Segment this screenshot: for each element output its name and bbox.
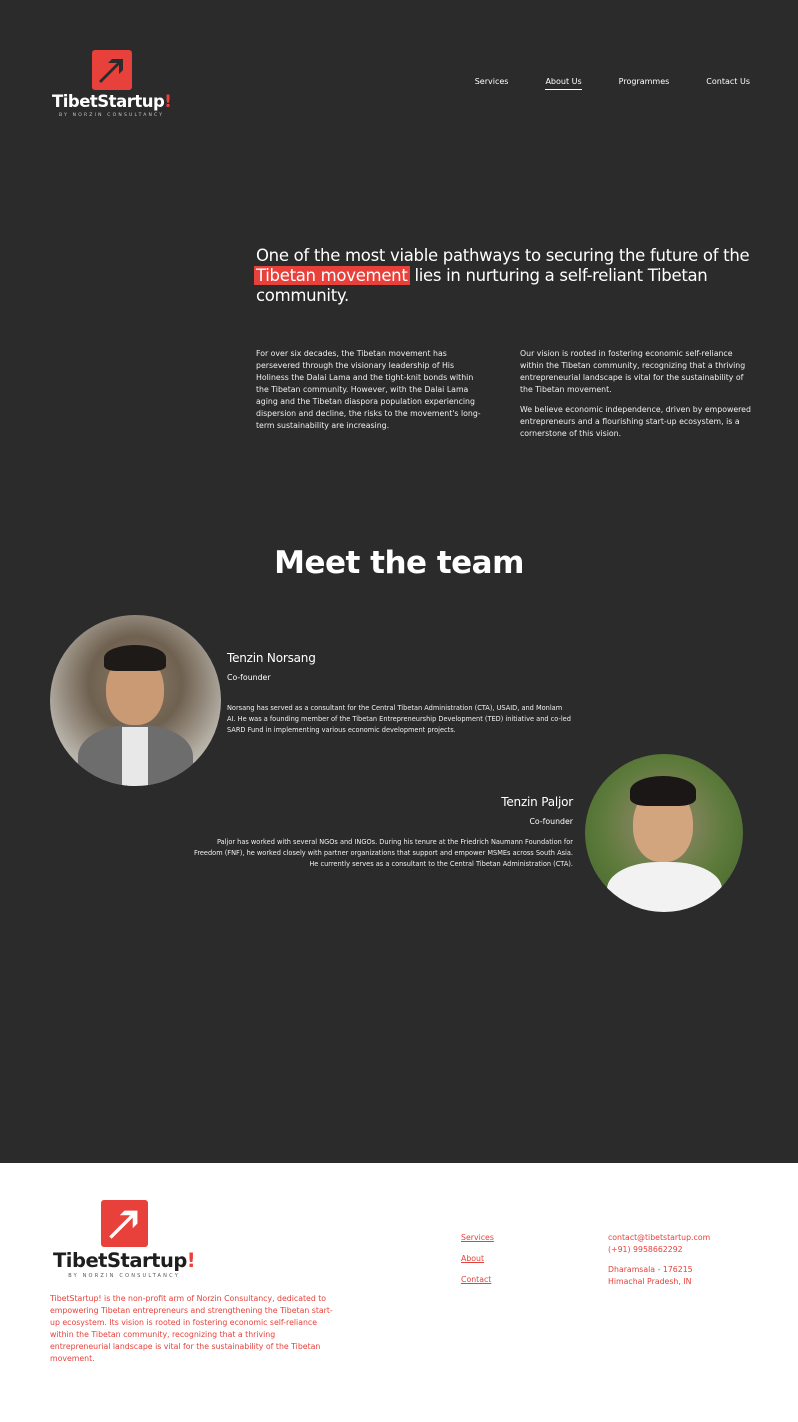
member-role: Co-founder xyxy=(227,673,271,682)
logo-tagline: BY NORZIN CONSULTANCY xyxy=(68,1272,180,1279)
avatar-shirt xyxy=(122,727,148,786)
footer-address-line2: Himachal Pradesh, IN xyxy=(608,1277,692,1286)
footer-contact: contact@tibetstartup.com (+91) 995866229… xyxy=(608,1232,710,1288)
intro-column-right: Our vision is rooted in fostering econom… xyxy=(520,349,751,438)
footer-link-contact[interactable]: Contact xyxy=(461,1274,494,1286)
avatar-hair xyxy=(104,645,166,671)
avatar-hair xyxy=(630,776,696,806)
logo-tagline: BY NORZIN CONSULTANCY xyxy=(59,112,165,118)
avatar-tenzin-paljor xyxy=(585,754,743,912)
avatar-tenzin-norsang xyxy=(50,615,221,786)
logo-wordmark: TibetStartup! xyxy=(52,92,172,111)
footer-link-about[interactable]: About xyxy=(461,1253,494,1265)
hero-statement: One of the most viable pathways to secur… xyxy=(254,246,750,305)
header-logo[interactable]: TibetStartup! BY NORZIN CONSULTANCY xyxy=(52,50,172,118)
avatar-body xyxy=(607,862,722,912)
footer-address-line1: Dharamsala - 176215 xyxy=(608,1265,693,1274)
footer-link-services[interactable]: Services xyxy=(461,1232,494,1244)
member-bio: Paljor has worked with several NGOs and … xyxy=(194,838,573,868)
arrow-up-right-icon xyxy=(91,50,132,90)
member-bio: Norsang has served as a consultant for t… xyxy=(227,704,571,734)
footer-logo[interactable]: TibetStartup! BY NORZIN CONSULTANCY xyxy=(53,1200,196,1279)
member-role: Co-founder xyxy=(529,817,573,826)
intro-column-left: For over six decades, the Tibetan moveme… xyxy=(256,349,481,430)
footer-email[interactable]: contact@tibetstartup.com xyxy=(608,1232,710,1244)
nav-contact-us[interactable]: Contact Us xyxy=(706,77,750,90)
footer-links: Services About Contact xyxy=(461,1232,494,1286)
member-name: Tenzin Paljor xyxy=(501,795,573,809)
team-title: Meet the team xyxy=(274,545,524,581)
footer-about: TibetStartup! is the non-profit arm of N… xyxy=(50,1294,333,1363)
hero-highlight: Tibetan movement xyxy=(254,266,410,285)
nav-about-us[interactable]: About Us xyxy=(545,77,582,90)
logo-wordmark: TibetStartup! xyxy=(53,1249,196,1272)
nav-services[interactable]: Services xyxy=(475,77,509,90)
member-name: Tenzin Norsang xyxy=(227,651,316,665)
main-nav: Services About Us Programmes Contact Us xyxy=(475,77,750,90)
footer-phone[interactable]: (+91) 9958662292 xyxy=(608,1244,710,1256)
nav-programmes[interactable]: Programmes xyxy=(619,77,670,90)
arrow-up-right-icon xyxy=(100,1200,148,1247)
footer: TibetStartup! BY NORZIN CONSULTANCY Tibe… xyxy=(0,1163,798,1422)
